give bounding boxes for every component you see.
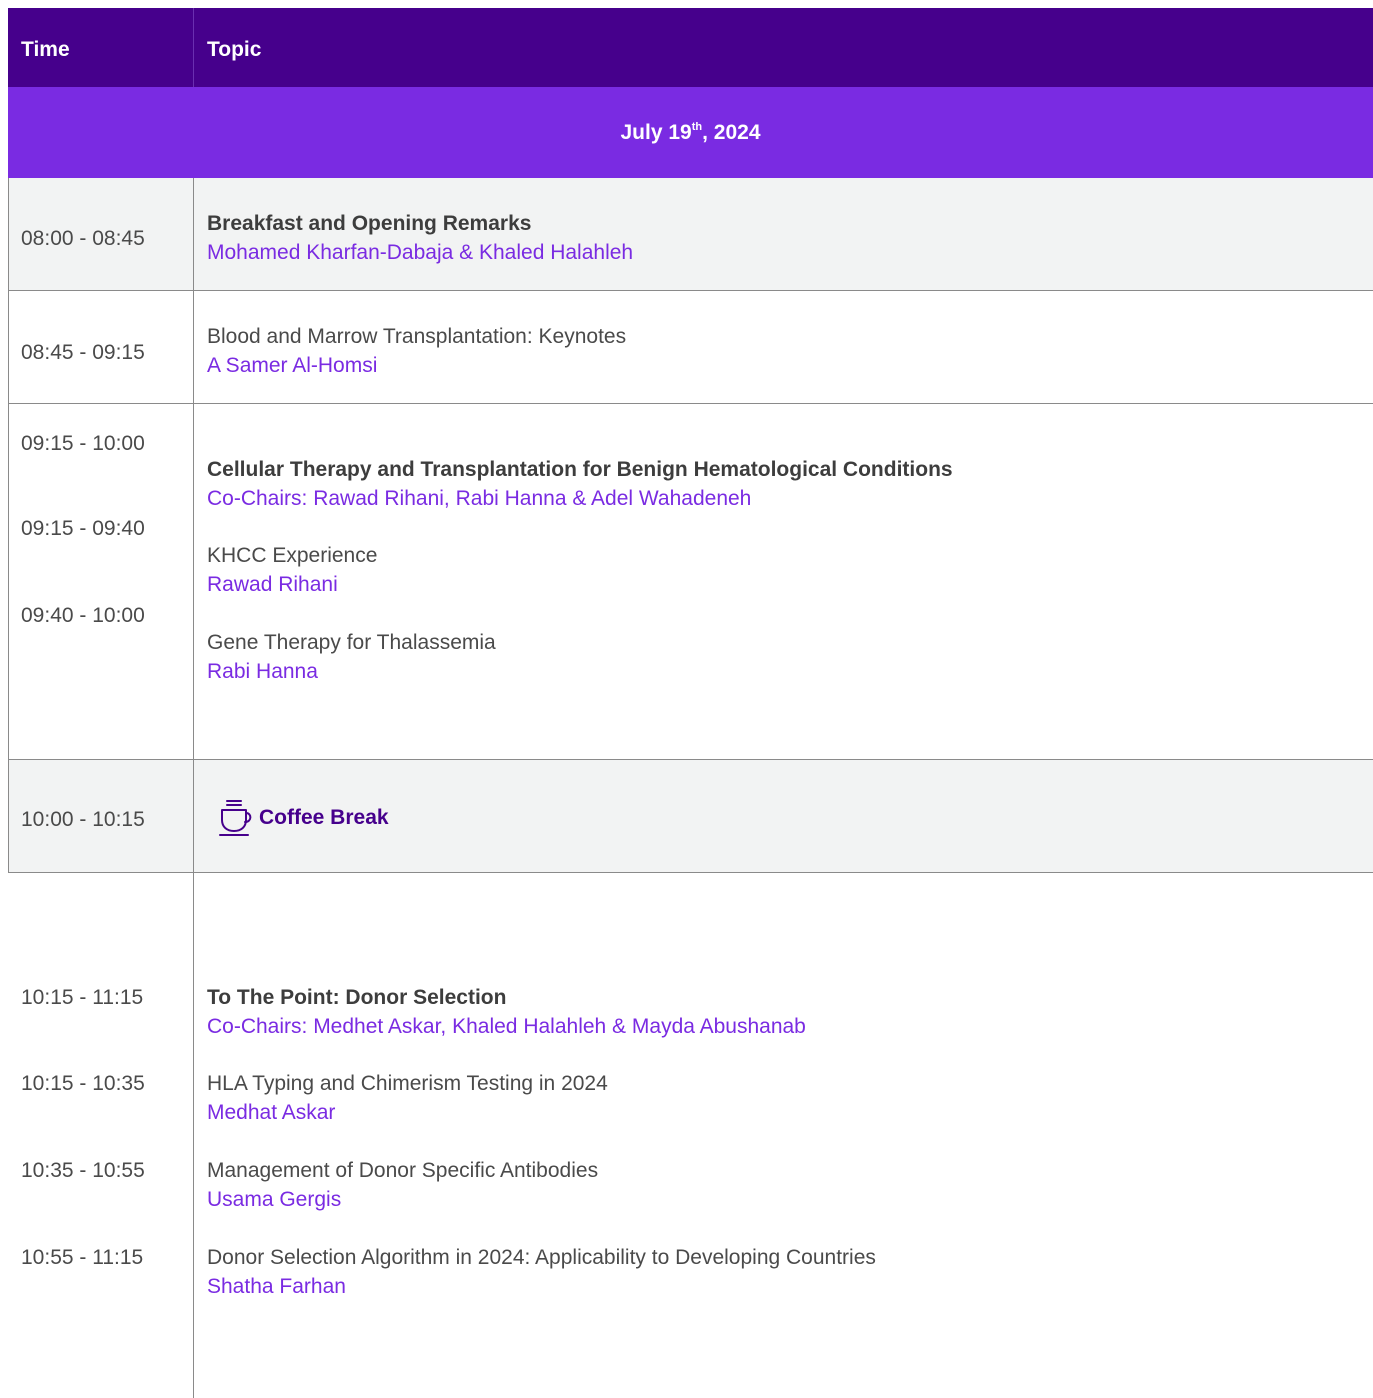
- agenda-row: 08:45 - 09:15 Blood and Marrow Transplan…: [8, 291, 1373, 404]
- session-chairs: Co-Chairs: Rawad Rihani, Rabi Hanna & Ad…: [207, 487, 752, 510]
- column-divider: [193, 404, 194, 759]
- session-block: To The Point: Donor Selection Co-Chairs:…: [207, 983, 806, 1041]
- session-chairs: Co-Chairs: Medhet Askar, Khaled Halahleh…: [207, 1015, 806, 1038]
- column-divider: [193, 8, 194, 87]
- row-left-border: [8, 178, 9, 290]
- session-title: Blood and Marrow Transplantation: Keynot…: [207, 325, 627, 348]
- speaker-name: Mohamed Kharfan-Dabaja & Khaled Halahleh: [207, 241, 634, 264]
- table-header: Time Topic: [8, 8, 1373, 87]
- date-day: July 19: [620, 121, 692, 144]
- agenda-row: 08:00 - 08:45 Breakfast and Opening Rema…: [8, 178, 1373, 291]
- speaker-name: A Samer Al-Homsi: [207, 354, 378, 377]
- speaker-name: Usama Gergis: [207, 1188, 342, 1211]
- session-block: Breakfast and Opening Remarks Mohamed Kh…: [207, 209, 633, 267]
- date-banner: July 19th, 2024: [8, 87, 1373, 178]
- agenda-row: 10:15 - 11:15 10:15 - 10:35 10:35 - 10:5…: [8, 873, 1373, 1398]
- talk-item: Gene Therapy for Thalassemia Rabi Hanna: [207, 628, 496, 686]
- agenda-row: 10:00 - 10:15 Coffee Break: [8, 760, 1373, 873]
- session-title: To The Point: Donor Selection: [207, 986, 507, 1009]
- column-divider: [193, 178, 194, 290]
- session-block: Cellular Therapy and Transplantation for…: [207, 455, 953, 513]
- time-slot: 10:00 - 10:15: [21, 808, 145, 831]
- date-year: , 2024: [702, 121, 761, 144]
- column-divider: [193, 760, 194, 872]
- row-left-border: [8, 404, 9, 759]
- time-slot: 08:45 - 09:15: [21, 341, 145, 364]
- talk-item: Donor Selection Algorithm in 2024: Appli…: [207, 1243, 876, 1301]
- agenda-row: 09:15 - 10:00 09:15 - 09:40 09:40 - 10:0…: [8, 404, 1373, 760]
- talk-title: Management of Donor Specific Antibodies: [207, 1159, 599, 1182]
- column-divider: [193, 873, 194, 1398]
- time-slot: 09:15 - 09:40: [21, 517, 145, 540]
- speaker-name: Rawad Rihani: [207, 573, 338, 596]
- coffee-break: Coffee Break: [217, 798, 389, 838]
- session-title: Cellular Therapy and Transplantation for…: [207, 458, 953, 481]
- speaker-name: Rabi Hanna: [207, 660, 318, 683]
- talk-item: KHCC Experience Rawad Rihani: [207, 541, 377, 599]
- column-divider: [193, 291, 194, 403]
- time-slot: 10:55 - 11:15: [21, 1246, 144, 1269]
- coffee-break-label: Coffee Break: [259, 806, 389, 829]
- talk-title: KHCC Experience: [207, 544, 378, 567]
- row-left-border: [8, 760, 9, 872]
- row-left-border: [8, 291, 9, 403]
- time-slot: 09:15 - 10:00: [21, 432, 145, 455]
- session-title: Breakfast and Opening Remarks: [207, 212, 532, 235]
- coffee-cup-icon: [217, 798, 253, 838]
- column-header-topic: Topic: [207, 38, 262, 61]
- time-slot: 09:40 - 10:00: [21, 604, 145, 627]
- time-slot: 08:00 - 08:45: [21, 227, 145, 250]
- speaker-name: Shatha Farhan: [207, 1275, 346, 1298]
- session-block: Blood and Marrow Transplantation: Keynot…: [207, 322, 626, 380]
- time-slot: 10:15 - 10:35: [21, 1072, 145, 1095]
- speaker-name: Medhat Askar: [207, 1101, 336, 1124]
- column-header-time: Time: [21, 38, 70, 61]
- talk-item: Management of Donor Specific Antibodies …: [207, 1156, 598, 1214]
- talk-title: Donor Selection Algorithm in 2024: Appli…: [207, 1246, 876, 1269]
- talk-item: HLA Typing and Chimerism Testing in 2024…: [207, 1069, 608, 1127]
- talk-title: Gene Therapy for Thalassemia: [207, 631, 496, 654]
- time-slot: 10:15 - 11:15: [21, 986, 144, 1009]
- date-suffix: th: [691, 121, 703, 133]
- agenda-page: Time Topic July 19th, 2024 08:00 - 08:45…: [0, 0, 1373, 1398]
- time-slot: 10:35 - 10:55: [21, 1159, 145, 1182]
- talk-title: HLA Typing and Chimerism Testing in 2024: [207, 1072, 608, 1095]
